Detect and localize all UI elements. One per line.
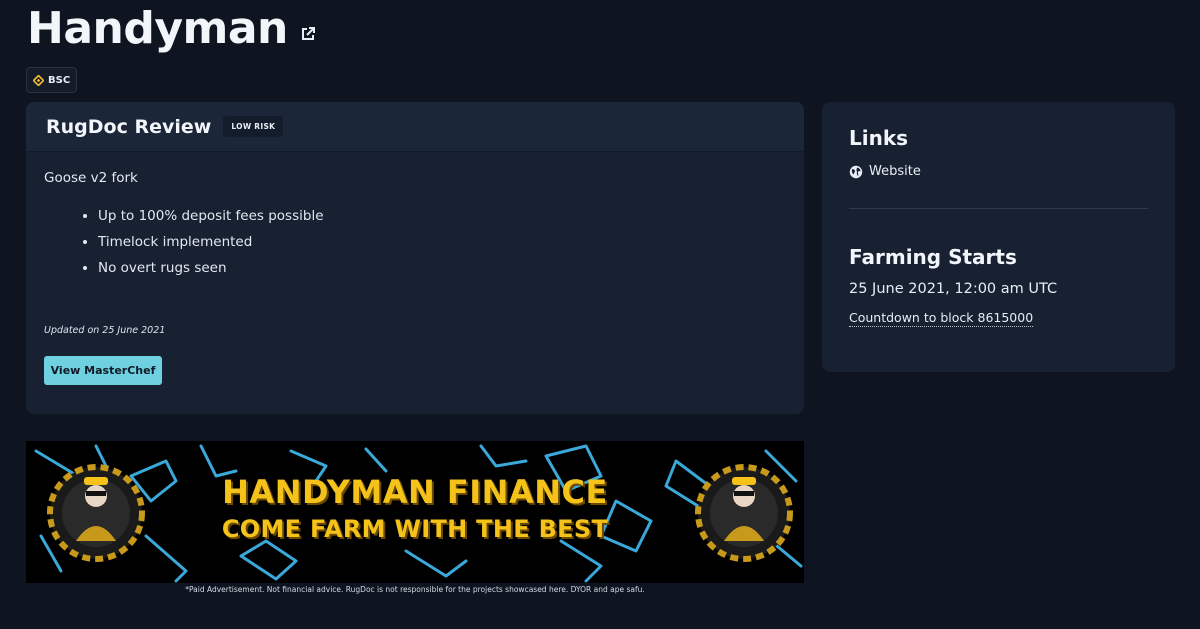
risk-badge: LOW RISK — [223, 116, 284, 137]
website-link[interactable]: Website — [849, 164, 1148, 179]
chain-badge: BSC — [26, 67, 78, 93]
divider — [849, 208, 1148, 209]
countdown-link[interactable]: Countdown to block 8615000 — [849, 310, 1034, 327]
review-point: No overt rugs seen — [98, 255, 786, 281]
view-masterchef-button[interactable]: View MasterChef — [44, 356, 162, 385]
farming-heading: Farming Starts — [849, 245, 1017, 269]
chain-label: BSC — [48, 74, 71, 86]
review-card: RugDoc Review LOW RISK Goose v2 fork Up … — [26, 102, 804, 414]
review-points: Up to 100% deposit fees possible Timeloc… — [44, 203, 786, 281]
review-point: Timelock implemented — [98, 229, 786, 255]
ad-disclaimer: *Paid Advertisement. Not financial advic… — [185, 585, 645, 594]
review-summary: Goose v2 fork — [44, 170, 138, 186]
updated-date: Updated on 25 June 2021 — [44, 325, 166, 336]
review-header: RugDoc Review LOW RISK — [26, 102, 804, 152]
title-row: Handyman — [27, 4, 316, 54]
globe-icon — [849, 165, 863, 179]
review-body: Goose v2 fork Up to 100% deposit fees po… — [26, 152, 804, 385]
website-label: Website — [869, 164, 921, 179]
banner-tagline: COME FARM WITH THE BEST — [221, 515, 609, 543]
page-title: Handyman — [27, 3, 288, 54]
ad-banner[interactable]: HANDYMAN FINANCE COME FARM WITH THE BEST — [26, 441, 804, 583]
farming-date: 25 June 2021, 12:00 am UTC — [849, 281, 1058, 297]
banner-headline: HANDYMAN FINANCE — [222, 473, 608, 511]
side-card: Links Website Farming Starts 25 June 202… — [822, 102, 1175, 372]
review-title: RugDoc Review — [46, 115, 212, 138]
review-point: Up to 100% deposit fees possible — [98, 203, 786, 229]
links-heading: Links — [849, 126, 909, 150]
bnb-icon — [32, 73, 45, 87]
banner-artwork — [34, 444, 803, 583]
external-link-icon[interactable] — [300, 26, 316, 42]
